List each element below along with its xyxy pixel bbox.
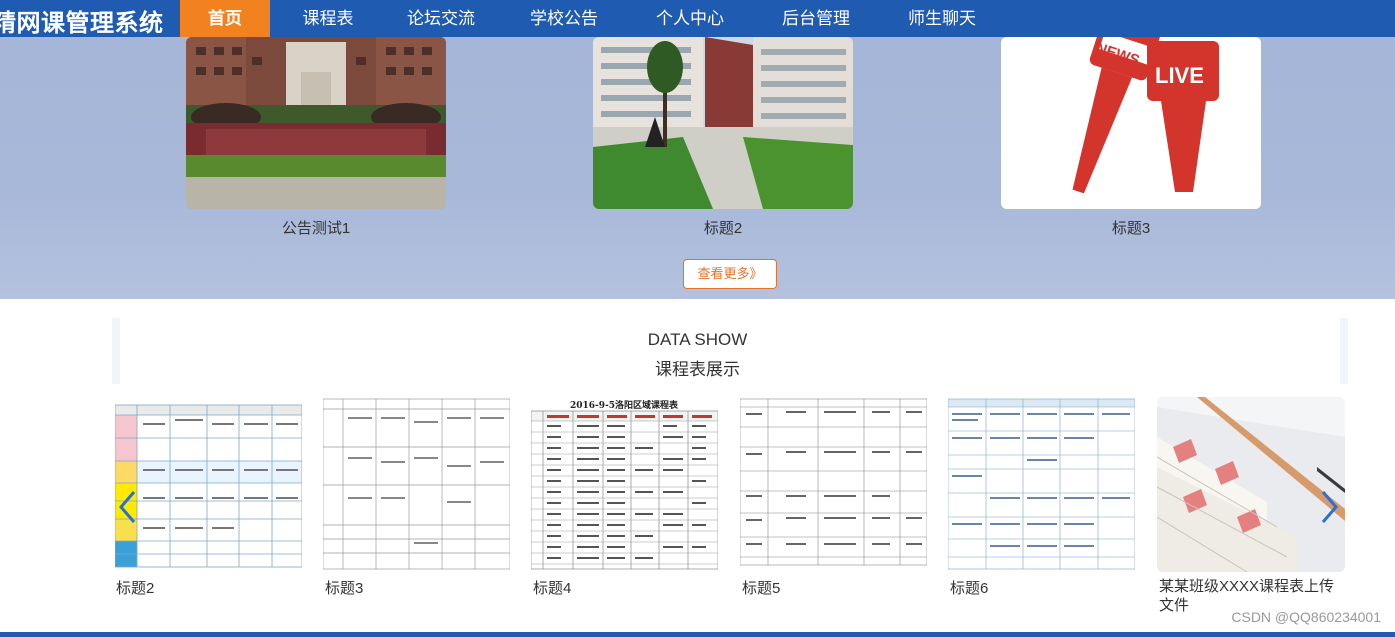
schedule-card-1-image[interactable] (115, 397, 302, 572)
nav-home[interactable]: 首页 (180, 0, 270, 37)
nav-personal-center[interactable]: 个人中心 (646, 0, 734, 37)
notice-card-1-image[interactable] (186, 37, 446, 209)
nav-announcements[interactable]: 学校公告 (520, 0, 608, 37)
schedule-card-5-caption[interactable]: 标题6 (950, 577, 988, 598)
site-brand: 精网课管理系统 (0, 10, 164, 37)
nav-chat[interactable]: 师生聊天 (898, 0, 986, 37)
csdn-watermark: CSDN @QQ860234001 (1231, 609, 1381, 625)
schedule-3-table-title: 2016-9-5洛阳区域课程表 (570, 399, 679, 411)
schedule-card-3-image[interactable]: 2016-9-5洛阳区域课程表 (531, 397, 718, 572)
footer-bar (0, 632, 1395, 637)
schedule-card-2-image[interactable] (323, 397, 510, 572)
chevron-right-icon[interactable] (1319, 490, 1339, 531)
notice-card-2-image[interactable] (593, 37, 853, 209)
schedule-card-5-image[interactable] (948, 397, 1135, 572)
schedule-card-1-caption[interactable]: 标题2 (116, 577, 154, 598)
notice-card-3-caption[interactable]: 标题3 (1001, 217, 1261, 238)
notice-card-3-image[interactable]: NEWS LIVE (1001, 37, 1261, 209)
schedule-card-3-caption[interactable]: 标题4 (533, 577, 571, 598)
schedule-card-6-image[interactable] (1157, 397, 1345, 572)
nav-schedule[interactable]: 课程表 (290, 0, 366, 37)
notice-card-2-caption[interactable]: 标题2 (593, 217, 853, 238)
schedule-card-2-caption[interactable]: 标题3 (325, 577, 363, 598)
schedule-card-4-image[interactable] (740, 397, 927, 572)
live-badge-text: LIVE (1155, 63, 1204, 88)
chevron-left-icon[interactable] (118, 490, 138, 531)
data-show-title-en: DATA SHOW (647, 330, 748, 349)
data-show-title-zh: 课程表展示 (655, 360, 740, 379)
nav-forum[interactable]: 论坛交流 (397, 0, 485, 37)
view-more-button[interactable]: 查看更多》 (683, 259, 777, 289)
notice-card-1-caption[interactable]: 公告测试1 (186, 217, 446, 238)
top-navbar: 精网课管理系统 首页 课程表 论坛交流 学校公告 个人中心 后台管理 师生聊天 (0, 0, 1395, 37)
schedule-card-4-caption[interactable]: 标题5 (742, 577, 780, 598)
nav-admin[interactable]: 后台管理 (772, 0, 860, 37)
